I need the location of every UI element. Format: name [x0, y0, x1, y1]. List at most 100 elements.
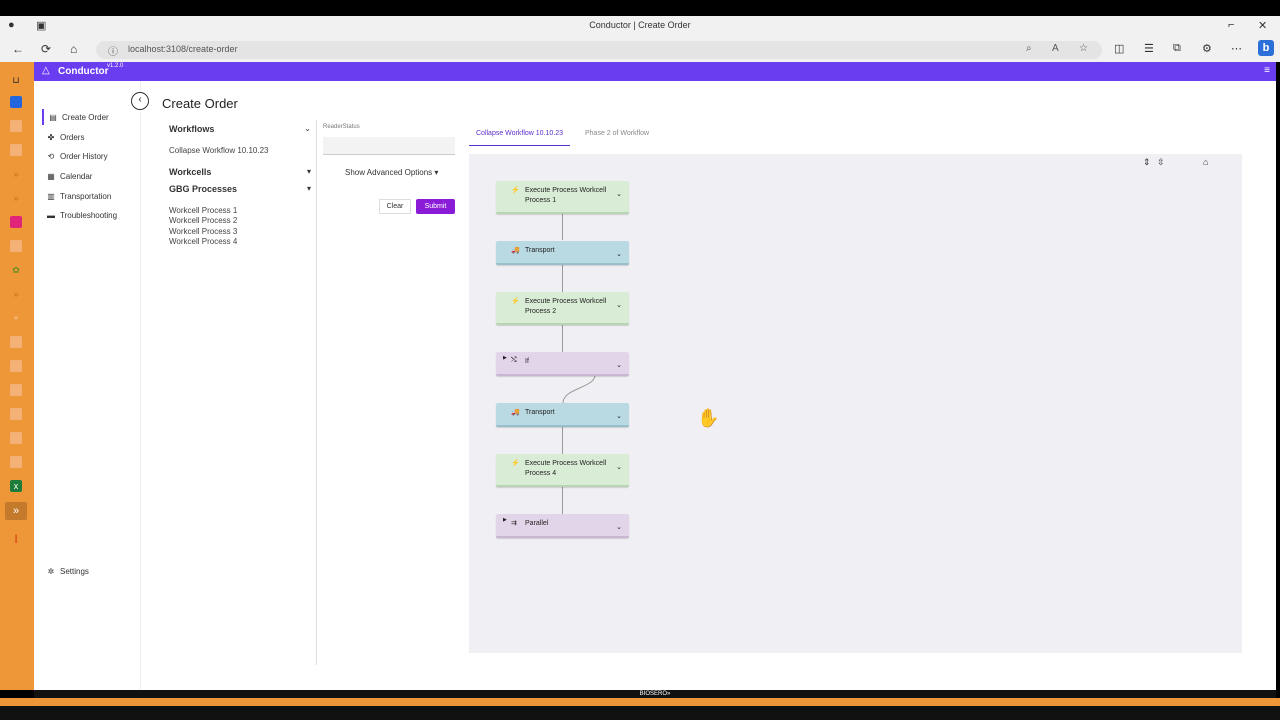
menu-icon[interactable]: ≡ [1264, 65, 1270, 76]
sidebar-item-settings[interactable]: ✲ Settings [42, 563, 134, 579]
excel-icon[interactable]: x [10, 480, 22, 492]
process-item[interactable]: Workcell Process 3 [169, 227, 237, 236]
app-icon-9[interactable] [10, 408, 22, 420]
lightning-icon: ⚡ [511, 298, 520, 305]
flow-connector [562, 323, 563, 352]
app-icon-6[interactable] [10, 336, 22, 348]
app-icon-7[interactable] [10, 360, 22, 372]
submit-button[interactable]: Submit [416, 199, 455, 214]
app-icon-blue[interactable] [10, 96, 22, 108]
flow-node-parallel[interactable]: ▶ ⇉ Parallel ⌄ [496, 514, 629, 538]
workcells-heading: Workcells [169, 167, 212, 177]
branch-icon: ⤭ [511, 357, 517, 364]
collapse-back-button[interactable]: ‹ [131, 92, 149, 110]
close-window-icon[interactable]: ✕ [1258, 19, 1267, 32]
app-icon-3[interactable] [10, 240, 22, 252]
sidebar-item-transportation[interactable]: ▥ Transportation [42, 188, 134, 204]
site-info-icon[interactable]: ⓘ [108, 43, 118, 58]
sidebar-item-label: Transportation [60, 191, 112, 201]
chevron-icon-3[interactable]: » [10, 288, 22, 300]
truck-icon: 🚚 [511, 409, 520, 416]
back-arrow-icon[interactable]: ← [12, 42, 24, 56]
chevron-down-icon[interactable]: ⌄ [616, 412, 622, 420]
workflow-canvas[interactable]: ⇕ ⇳ ⌂ ⚡ Execute Process Workcell Process… [469, 154, 1242, 653]
files-icon[interactable]: ⊔ [10, 74, 22, 86]
flow-node-label: Parallel [525, 520, 549, 527]
zoom-icon[interactable]: ⌕ [1026, 43, 1032, 54]
tab-collapse-workflow[interactable]: Collapse Workflow 10.10.23 [469, 130, 571, 146]
footer-brand: BIOSERO» [639, 691, 671, 697]
workcells-header[interactable]: Workcells ▾ [169, 167, 311, 177]
minimize-icon[interactable]: ⌐ [1228, 19, 1234, 31]
chevron-down-icon[interactable]: ⌄ [616, 361, 622, 369]
sidebar-item-create-order[interactable]: ▤ Create Order [42, 109, 134, 125]
refresh-icon[interactable]: ⟳ [41, 42, 51, 56]
process-item[interactable]: Workcell Process 1 [169, 206, 237, 215]
process-item[interactable]: Workcell Process 4 [169, 237, 237, 246]
expand-triangle-icon[interactable]: ▶ [503, 517, 507, 523]
workflow-item[interactable]: Collapse Workflow 10.10.23 [169, 146, 268, 155]
home-view-icon[interactable]: ⌂ [1203, 157, 1208, 167]
flow-node-if[interactable]: ▶ ⤭ If ⌄ [496, 352, 629, 376]
address-bar[interactable]: ⓘ localhost:3108/create-order ⌕ A ☆ [96, 41, 1102, 59]
more-menu-icon[interactable]: ⋯ [1231, 42, 1242, 55]
chevron-down-icon[interactable]: ⌄ [616, 301, 622, 309]
sidebar-item-order-history[interactable]: ⟲ Order History [42, 148, 134, 164]
app-icon-pink[interactable] [10, 216, 22, 228]
app-icon-5[interactable]: ✦ [10, 312, 22, 324]
app-icon-11[interactable] [10, 456, 22, 468]
url-text[interactable]: localhost:3108/create-order [128, 44, 238, 54]
chevron-down-icon[interactable]: ⌄ [616, 250, 622, 258]
chevron-down-icon[interactable]: ⌄ [616, 463, 622, 471]
sidebar-item-calendar[interactable]: ▦ Calendar [42, 168, 134, 184]
app-header: △ Conductor v1.2.0 ≡ [34, 62, 1276, 81]
favorite-star-icon[interactable]: ☆ [1079, 43, 1088, 54]
app-icon-10[interactable] [10, 432, 22, 444]
home-icon[interactable]: ⌂ [70, 42, 77, 56]
app-icon-8[interactable] [10, 384, 22, 396]
read-aloud-icon[interactable]: A [1052, 43, 1059, 54]
sidebar-item-label: Troubleshooting [60, 210, 118, 220]
chevron-down-icon[interactable]: ▾ [307, 184, 311, 193]
extensions-icon[interactable]: ⚙ [1202, 42, 1212, 55]
conductor-taskbar-icon[interactable]: » [5, 502, 27, 520]
tab-phase-2[interactable]: Phase 2 of Workflow [585, 130, 649, 146]
bing-icon[interactable]: b [1258, 40, 1274, 56]
app-version: v1.2.0 [107, 63, 124, 69]
flow-node-execute-process-2[interactable]: ⚡ Execute Process Workcell Process 2 ⌄ [496, 292, 629, 325]
reader-status-input[interactable] [323, 137, 455, 155]
process-item[interactable]: Workcell Process 2 [169, 216, 237, 225]
page-title: Create Order [162, 96, 238, 111]
chevron-down-icon[interactable]: ▾ [307, 167, 311, 176]
flow-node-transport-2[interactable]: 🚚 Transport ⌄ [496, 403, 629, 427]
conductor-logo-icon: △ [42, 65, 50, 76]
split-screen-icon[interactable]: ◫ [1114, 42, 1124, 55]
chevron-down-icon[interactable]: ⌄ [616, 523, 622, 531]
chevron-icon-2[interactable]: » [10, 192, 22, 204]
app-icon-4[interactable]: ✿ [10, 264, 22, 276]
collections-icon[interactable]: ⧉ [1173, 42, 1181, 55]
flow-node-transport-1[interactable]: 🚚 Transport ⌄ [496, 241, 629, 265]
workflows-header[interactable]: Workflows ⌄ [169, 124, 311, 134]
troubleshooting-icon: ▬ [47, 210, 55, 220]
expand-triangle-icon[interactable]: ▶ [503, 355, 507, 361]
if-branch-connector [562, 374, 596, 404]
collapse-all-icon[interactable]: ⇳ [1157, 157, 1165, 168]
chevron-icon-1[interactable]: » [10, 168, 22, 180]
sidebar-item-orders[interactable]: ✤ Orders [42, 129, 134, 145]
flow-node-execute-process-1[interactable]: ⚡ Execute Process Workcell Process 1 ⌄ [496, 181, 629, 214]
separator-mark: | [14, 533, 18, 543]
flow-node-execute-process-4[interactable]: ⚡ Execute Process Workcell Process 4 ⌄ [496, 454, 629, 487]
app-icon-1[interactable] [10, 120, 22, 132]
show-advanced-options-toggle[interactable]: Show Advanced Options ▾ [345, 168, 438, 177]
favorites-icon[interactable]: ☰ [1144, 42, 1154, 55]
chevron-down-icon[interactable]: ⌄ [616, 190, 622, 198]
caret-down-icon: ▾ [434, 168, 439, 177]
expand-collapse-icon[interactable]: ⇕ [1143, 157, 1151, 168]
chevron-down-icon[interactable]: ⌄ [304, 124, 311, 133]
clear-button[interactable]: Clear [379, 199, 411, 214]
gbg-processes-header[interactable]: GBG Processes ▾ [169, 184, 311, 194]
hand-cursor-icon: ✋ [697, 408, 720, 428]
app-icon-2[interactable] [10, 144, 22, 156]
sidebar-item-troubleshooting[interactable]: ▬ Troubleshooting [42, 207, 134, 223]
